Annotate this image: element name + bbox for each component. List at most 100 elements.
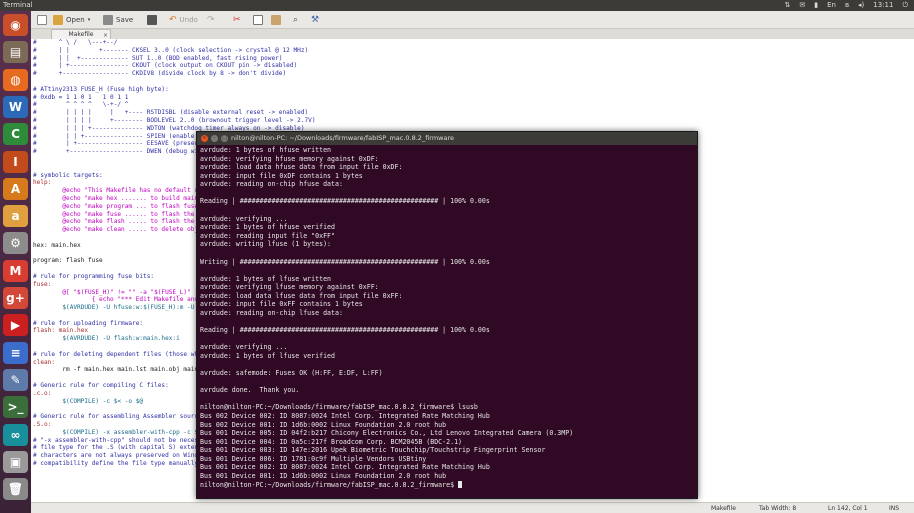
terminal-line: avrdude: reading input file "0xFF" (200, 231, 335, 240)
battery-icon[interactable]: ▮ (814, 0, 818, 11)
print-button[interactable] (147, 14, 157, 26)
save-icon (103, 15, 113, 25)
network-icon[interactable]: ⇅ (784, 0, 790, 11)
terminal-line: avrdude done. Thank you. (200, 386, 300, 395)
printer-icon[interactable]: ▣ (3, 450, 28, 473)
youtube-icon[interactable]: ▶ (3, 314, 28, 337)
save-button[interactable]: Save (103, 14, 133, 26)
tab-makefile[interactable]: Makefile × (51, 29, 111, 39)
cursor-position: Ln 142, Col 1 (828, 505, 868, 512)
new-document-icon (37, 15, 47, 25)
chevron-down-icon[interactable]: ▾ (88, 17, 91, 23)
terminal-prompt-line[interactable]: nilton@nilton-PC:~/Downloads/firmware/fa… (200, 480, 696, 490)
printer-icon (147, 15, 157, 25)
writer-icon[interactable]: W (3, 95, 28, 118)
firefox-icon[interactable]: ◍ (3, 68, 28, 91)
volume-icon[interactable]: ◂) (858, 0, 864, 11)
bluetooth-icon[interactable]: ʙ (845, 0, 849, 11)
find-button[interactable]: ⌕ (293, 14, 298, 26)
mail-icon[interactable]: ✉ (799, 0, 805, 11)
paste-icon (271, 15, 281, 25)
gedit-toolbar: Open ▾ Save ↶ Undo ↷ ✂ ⌕ ⚒ (31, 11, 914, 29)
trash-icon[interactable]: 🗑 (3, 478, 28, 501)
code-line: # ATtiny2313 FUSE_H (Fuse high byte): (33, 85, 169, 93)
minimize-window-button[interactable]: – (211, 135, 218, 142)
terminal-line: avrdude: verifying ... (200, 343, 288, 352)
code-line: # | +---------------- CKOUT (clock outpu… (33, 62, 298, 70)
find-replace-icon: ⚒ (311, 15, 320, 25)
text-editor-icon[interactable]: ✎ (3, 368, 28, 391)
code-line: # ^ ^ ^ ^ \-+-/ ^ (33, 101, 129, 109)
redo-icon: ↷ (207, 15, 215, 25)
maximize-window-button[interactable]: □ (221, 135, 228, 142)
terminal-line: avrdude: 1 bytes of hfuse written (200, 146, 332, 154)
terminal-line: avrdude: 1 bytes of lfuse verified (200, 351, 335, 360)
search-icon: ⌕ (293, 15, 299, 25)
tab-bar: Makefile × (31, 29, 914, 39)
paste-button[interactable] (271, 14, 281, 26)
terminal-text: avrdude: 1 bytes of hfuse written avrdude… (200, 146, 696, 489)
cut-button[interactable]: ✂ (233, 14, 241, 26)
terminal-line: avrdude: writing lfuse (1 bytes): (200, 240, 332, 249)
code-line: # | | | | +-------- BODLEVEL 2..0 (brown… (33, 116, 316, 124)
terminal-title: nilton@nilton-PC: ~/Downloads/firmware/f… (231, 134, 455, 142)
find-replace-button[interactable]: ⚒ (311, 14, 319, 26)
undo-button[interactable]: ↶ Undo (169, 14, 198, 26)
google-plus-icon[interactable]: g+ (3, 287, 28, 309)
keyboard-layout[interactable]: En (827, 0, 836, 11)
save-label: Save (116, 16, 134, 24)
software-center-icon[interactable]: A (3, 177, 28, 200)
terminal-cursor (458, 480, 463, 488)
copy-icon (253, 15, 263, 25)
code-line: # 0xdb = 1 1 0 1 1 0 1 1 (33, 93, 129, 101)
terminal-line: avrdude: input file 0xDF contains 1 byte… (200, 171, 363, 180)
close-window-button[interactable]: × (201, 135, 208, 142)
terminal-prompt: nilton@nilton-PC:~/Downloads/firmware/fa… (200, 480, 459, 489)
active-window-title: Terminal (3, 1, 33, 9)
terminal-line: avrdude: load data hfuse data from input… (200, 163, 403, 172)
terminal-line: nilton@nilton-PC:~/Downloads/firmware/fa… (200, 403, 478, 412)
terminal-line: Bus 001 Device 006: ID 1781:0c9f Multipl… (200, 454, 427, 463)
undo-icon: ↶ (169, 15, 177, 25)
terminal-line: Bus 001 Device 001: ID 1d6b:0002 Linux F… (200, 471, 447, 480)
code-line: # | | +------- CKSEL 3..0 (clock selecti… (33, 46, 309, 54)
code-line: # | | +------------- SUT 1..0 (BOD enabl… (33, 54, 283, 62)
power-icon[interactable]: ⏻ (902, 0, 908, 11)
terminal-line: avrdude: input file 0xFF contains 1 byte… (200, 300, 363, 309)
terminal-titlebar[interactable]: × – □ nilton@nilton-PC: ~/Downloads/firm… (197, 132, 697, 145)
terminal-line: avrdude: 1 bytes of lfuse written (200, 274, 332, 283)
new-document-button[interactable] (37, 14, 47, 26)
files-icon[interactable]: ▤ (3, 41, 28, 64)
impress-icon[interactable]: I (3, 150, 28, 173)
terminal-line: Writing | ##############################… (200, 257, 490, 266)
settings-icon[interactable]: ⚙ (3, 232, 28, 255)
tab-width-selector[interactable]: Tab Width: 8 (759, 505, 796, 512)
terminal-line: avrdude: reading on-chip lfuse data: (200, 308, 343, 317)
open-button[interactable]: Open ▾ (53, 14, 90, 26)
calc-icon[interactable]: C (3, 123, 28, 146)
language-selector[interactable]: Makefile (711, 505, 736, 512)
terminal-line: Reading | ##############################… (200, 197, 490, 206)
docs-icon[interactable]: ≡ (3, 341, 28, 364)
terminal-line: avrdude: verifying hfuse memory against … (200, 154, 379, 163)
terminal-line: Bus 001 Device 003: ID 147e:2016 Upek Bi… (200, 446, 546, 455)
terminal-output[interactable]: avrdude: 1 bytes of hfuse written avrdude… (200, 146, 696, 498)
terminal-window[interactable]: × – □ nilton@nilton-PC: ~/Downloads/firm… (196, 131, 698, 499)
clock[interactable]: 13:11 (873, 0, 893, 11)
indicator-area: ⇅ ✉ ▮ En ʙ ◂) 13:11 ⏻ (784, 0, 908, 11)
ubuntu-dash-icon[interactable]: ◉ (3, 14, 28, 36)
terminal-line: Bus 001 Device 002: ID 8087:0024 Intel C… (200, 463, 490, 472)
copy-button[interactable] (253, 14, 263, 26)
terminal-app-icon[interactable]: >_ (3, 396, 28, 419)
amazon-icon[interactable]: a (3, 205, 28, 228)
redo-button[interactable]: ↷ (207, 14, 215, 26)
terminal-line: avrdude: 1 bytes of hfuse verified (200, 223, 335, 232)
gmail-icon[interactable]: M (3, 259, 28, 282)
arduino-icon[interactable]: ∞ (3, 423, 28, 446)
